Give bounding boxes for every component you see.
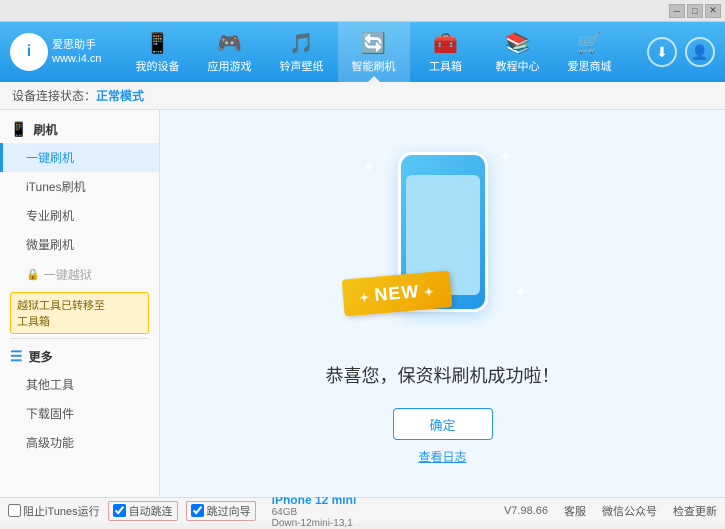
device-model: Down-12mini-13,1 — [272, 518, 357, 529]
bottom-right: V7.98.66 客服 微信公众号 检查更新 — [504, 503, 717, 519]
stop-itunes-checkbox[interactable]: 阻止iTunes运行 — [8, 503, 100, 519]
nav-tutorials[interactable]: 📚 教程中心 — [482, 22, 554, 82]
sidebar-section-flash: 📱 刷机 一键刷机 iTunes刷机 专业刷机 微量刷机 — [0, 116, 159, 259]
success-content: ✦ ✦ ✦ NEW 恭喜您，保资料刷机成功啦！ 确定 查看日志 — [326, 142, 560, 465]
top-nav: i 爱思助手 www.i4.cn 📱 我的设备 🎮 应用游戏 🎵 铃声壁纸 🔄 … — [0, 22, 725, 82]
close-button[interactable]: ✕ — [705, 4, 721, 18]
customer-service-link[interactable]: 客服 — [564, 503, 586, 519]
nav-items: 📱 我的设备 🎮 应用游戏 🎵 铃声壁纸 🔄 智能刷机 🧰 工具箱 📚 教程中心… — [100, 22, 647, 82]
sparkle-icon-3: ✦ — [514, 282, 527, 302]
wechat-link[interactable]: 微信公众号 — [602, 503, 657, 519]
nav-right-buttons: ⬇ 👤 — [647, 37, 715, 67]
logo-icon: i — [10, 33, 48, 71]
view-log-link[interactable]: 查看日志 — [418, 448, 466, 465]
nav-toolbox[interactable]: 🧰 工具箱 — [410, 22, 482, 82]
skip-wizard-checkbox[interactable]: 跳过向导 — [186, 501, 256, 521]
nav-smart-flash[interactable]: 🔄 智能刷机 — [338, 22, 410, 82]
sidebar-item-itunes-flash[interactable]: iTunes刷机 — [0, 172, 159, 201]
sidebar-divider — [10, 338, 149, 339]
logo-text: 爱思助手 www.i4.cn — [52, 38, 102, 67]
success-message: 恭喜您，保资料刷机成功啦！ — [326, 362, 560, 388]
sidebar: 📱 刷机 一键刷机 iTunes刷机 专业刷机 微量刷机 🔒 一键越狱 — [0, 110, 160, 497]
sparkle-icon-1: ✦ — [363, 157, 376, 177]
nav-tutorials-icon: 📚 — [505, 31, 530, 56]
sidebar-section-more: ☰ 更多 其他工具 下载固件 高级功能 — [0, 343, 159, 457]
device-storage: 64GB — [272, 507, 357, 518]
status-bar: 设备连接状态： 正常模式 — [0, 82, 725, 110]
lock-icon: 🔒 — [26, 268, 40, 281]
auto-connect-checkbox[interactable]: 自动跳连 — [108, 501, 178, 521]
title-bar: ─ □ ✕ — [0, 0, 725, 22]
nav-device-icon: 📱 — [145, 31, 170, 56]
jailbreak-notice: 越狱工具已转移至工具箱 — [10, 292, 149, 334]
restore-button[interactable]: □ — [687, 4, 703, 18]
nav-apps-games[interactable]: 🎮 应用游戏 — [194, 22, 266, 82]
skip-wizard-input[interactable] — [191, 504, 204, 517]
bottom-bar: 阻止iTunes运行 自动跳连 跳过向导 iPhone 12 mini 64GB… — [0, 497, 725, 523]
logo-area: i 爱思助手 www.i4.cn — [10, 33, 100, 71]
confirm-button[interactable]: 确定 — [393, 408, 493, 440]
device-info: iPhone 12 mini 64GB Down-12mini-13,1 — [272, 493, 357, 529]
auto-connect-input[interactable] — [113, 504, 126, 517]
flash-section-icon: 📱 — [10, 121, 27, 138]
more-section-icon: ☰ — [10, 348, 23, 365]
nav-my-device[interactable]: 📱 我的设备 — [122, 22, 194, 82]
sidebar-item-one-click-flash[interactable]: 一键刷机 — [0, 143, 159, 172]
sidebar-section-jailbreak: 🔒 一键越狱 越狱工具已转移至工具箱 — [0, 261, 159, 334]
nav-apps-icon: 🎮 — [217, 31, 242, 56]
sparkle-icon-2: ✦ — [499, 147, 512, 167]
account-button[interactable]: 👤 — [685, 37, 715, 67]
download-button[interactable]: ⬇ — [647, 37, 677, 67]
sidebar-item-download-firmware[interactable]: 下载固件 — [0, 399, 159, 428]
sidebar-jailbreak-title: 🔒 一键越狱 — [0, 261, 159, 288]
nav-store-icon: 🛒 — [577, 31, 602, 56]
nav-ringtones[interactable]: 🎵 铃声壁纸 — [266, 22, 338, 82]
check-update-link[interactable]: 检查更新 — [673, 503, 717, 519]
sidebar-flash-title: 📱 刷机 — [0, 116, 159, 143]
nav-toolbox-icon: 🧰 — [433, 31, 458, 56]
content-area: ✦ ✦ ✦ NEW 恭喜您，保资料刷机成功啦！ 确定 查看日志 — [160, 110, 725, 497]
version-label: V7.98.66 — [504, 505, 548, 517]
nav-store[interactable]: 🛒 爱思商城 — [554, 22, 626, 82]
main-layout: 📱 刷机 一键刷机 iTunes刷机 专业刷机 微量刷机 🔒 一键越狱 — [0, 110, 725, 497]
sidebar-item-micro-flash[interactable]: 微量刷机 — [0, 230, 159, 259]
stop-itunes-input[interactable] — [8, 504, 21, 517]
sidebar-item-other-tools[interactable]: 其他工具 — [0, 370, 159, 399]
bottom-left: 阻止iTunes运行 自动跳连 跳过向导 iPhone 12 mini 64GB… — [8, 493, 356, 529]
sidebar-more-title: ☰ 更多 — [0, 343, 159, 370]
minimize-button[interactable]: ─ — [669, 4, 685, 18]
sidebar-item-advanced[interactable]: 高级功能 — [0, 428, 159, 457]
stop-itunes-label: 阻止iTunes运行 — [23, 503, 100, 519]
nav-ringtones-icon: 🎵 — [289, 31, 314, 56]
nav-flash-icon: 🔄 — [361, 31, 386, 56]
sidebar-item-pro-flash[interactable]: 专业刷机 — [0, 201, 159, 230]
phone-illustration: ✦ ✦ ✦ NEW — [353, 142, 533, 342]
